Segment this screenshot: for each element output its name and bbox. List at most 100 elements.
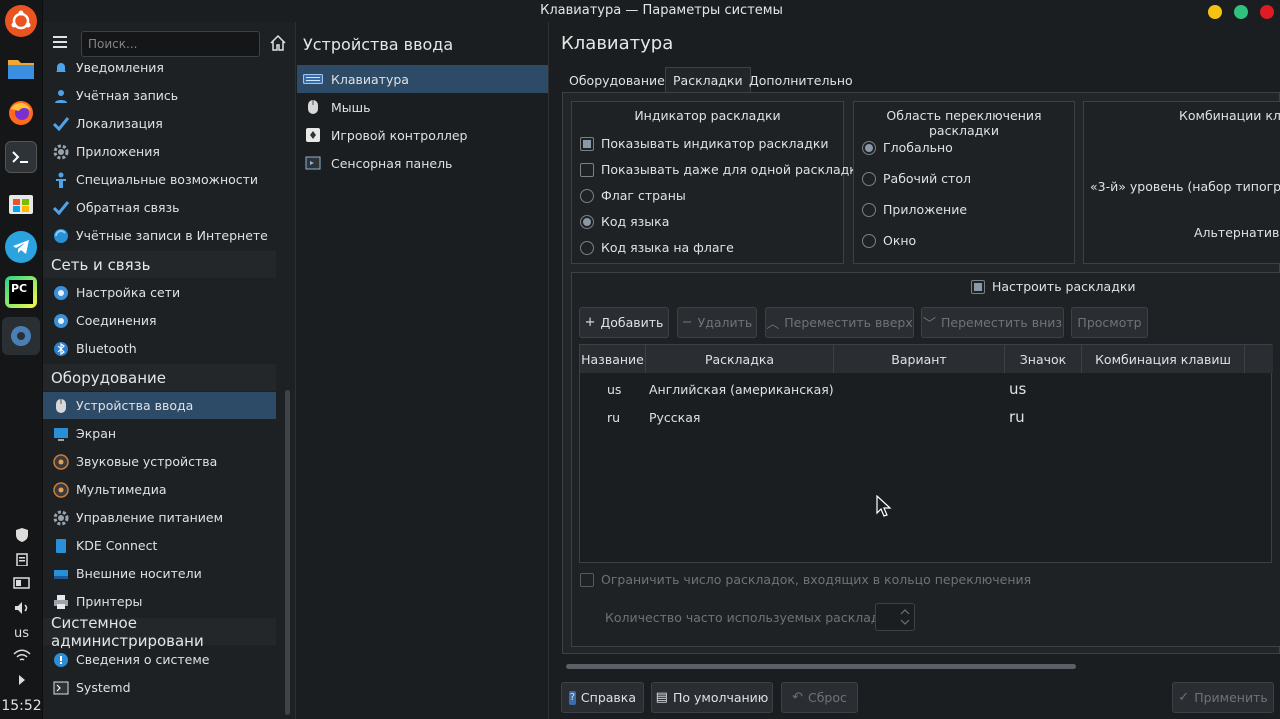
global-radio[interactable]: Глобально	[862, 140, 953, 155]
horizontal-scrollbar[interactable]	[566, 664, 1076, 669]
volume-icon[interactable]	[0, 601, 43, 618]
sidebar-item-power[interactable]: Управление питанием	[43, 504, 276, 531]
search-input[interactable]	[81, 31, 260, 57]
show-indicator-checkbox[interactable]: Показывать индикатор раскладки	[580, 136, 829, 151]
application-radio[interactable]: Приложение	[862, 202, 967, 217]
frequent-count-spinbox[interactable]	[875, 603, 915, 631]
sidebar-item-label: Соединения	[76, 313, 157, 328]
firefox-icon[interactable]	[5, 97, 37, 129]
mouse-cursor-icon	[876, 495, 892, 517]
configure-layouts-checkbox[interactable]: Настроить раскладки	[971, 279, 1136, 294]
pycharm-icon[interactable]: PC	[5, 276, 37, 308]
layouts-group: Настроить раскладки + Добавить − Удалить ︿…	[571, 272, 1280, 647]
sidebar-item-label: Учётные записи в Интернете	[76, 228, 268, 243]
tab-layouts[interactable]: Раскладки	[665, 67, 751, 93]
sidebar-item-applications[interactable]: Приложения	[43, 138, 276, 165]
sidebar-item-sound[interactable]: Звуковые устройства	[43, 448, 276, 475]
table-row[interactable]: ru Русская ru	[580, 403, 1273, 431]
hamburger-menu-icon[interactable]	[53, 36, 67, 48]
subcategory-panel: Устройства ввода Клавиатура Мышь Игровой…	[297, 22, 549, 719]
subcategory-item-keyboard[interactable]: Клавиатура	[297, 65, 548, 93]
remove-layout-button[interactable]: − Удалить	[677, 307, 757, 338]
store-icon[interactable]	[5, 186, 37, 218]
minimize-button[interactable]	[1208, 5, 1222, 19]
sidebar-item-feedback[interactable]: Обратная связь	[43, 194, 276, 221]
sidebar-item-printers[interactable]: Принтеры	[43, 588, 276, 615]
maximize-button[interactable]	[1234, 5, 1248, 19]
sidebar-item-accessibility[interactable]: Специальные возможности	[43, 166, 276, 193]
apply-button[interactable]: ✓ Применить	[1172, 682, 1274, 713]
sidebar-item-connections[interactable]: Соединения	[43, 307, 276, 334]
defaults-button[interactable]: ▤ По умолчанию	[651, 682, 773, 713]
subcategory-item-touchpad[interactable]: Сенсорная панель	[297, 149, 548, 177]
sidebar-item-account[interactable]: Учётная запись	[43, 82, 276, 109]
sidebar-scrollbar[interactable]	[285, 390, 290, 715]
help-icon: ?	[569, 690, 576, 705]
battery-icon[interactable]	[0, 577, 43, 592]
tab-hardware[interactable]: Оборудование	[562, 67, 672, 93]
sidebar-item-label: Внешние носители	[76, 566, 202, 581]
terminal-icon[interactable]	[5, 141, 37, 173]
help-button[interactable]: ? Справка	[561, 682, 644, 713]
sidebar-item-multimedia[interactable]: Мультимедиа	[43, 476, 276, 503]
show-single-layout-checkbox[interactable]: Показывать даже для одной раскладки	[580, 162, 865, 177]
sidebar-item-systemd[interactable]: Systemd	[43, 674, 276, 701]
ubuntu-icon[interactable]	[5, 5, 37, 37]
sidebar-item-kde-connect[interactable]: KDE Connect	[43, 532, 276, 559]
layouts-table: Название Раскладка Вариант Значок Комбин…	[579, 344, 1273, 563]
files-icon[interactable]	[5, 52, 37, 84]
sidebar-item-about-system[interactable]: Сведения о системе	[43, 646, 276, 673]
telegram-icon[interactable]	[5, 231, 37, 263]
sidebar-item-input-devices[interactable]: Устройства ввода	[43, 392, 276, 419]
subcategory-item-label: Клавиатура	[331, 71, 409, 87]
shield-icon[interactable]	[0, 528, 43, 545]
gear-icon	[52, 143, 70, 161]
move-down-button[interactable]: ﹀ Переместить вниз	[921, 307, 1064, 338]
keyboard-layout-indicator[interactable]: us	[0, 626, 43, 641]
flag-radio[interactable]: Флаг страны	[580, 188, 686, 203]
sidebar-item-online-accounts[interactable]: Учётные записи в Интернете	[43, 222, 276, 249]
lang-code-radio[interactable]: Код языка	[580, 214, 669, 229]
phone-icon	[52, 537, 70, 555]
tab-advanced[interactable]: Дополнительно	[742, 67, 860, 93]
frequent-count-label: Количество часто используемых раскладок:	[605, 610, 899, 625]
document-icon: ▤	[655, 690, 668, 705]
sidebar-item-removable-storage[interactable]: Внешние носители	[43, 560, 276, 587]
column-header-shortcut[interactable]: Комбинация клавиш	[1082, 345, 1245, 373]
sidebar-item-bluetooth[interactable]: Bluetooth	[43, 335, 276, 362]
desktop-radio[interactable]: Рабочий стол	[862, 171, 971, 186]
sidebar-item-localization[interactable]: Локализация	[43, 110, 276, 137]
system-settings-icon[interactable]	[2, 317, 40, 355]
subcategory-item-mouse[interactable]: Мышь	[297, 93, 548, 121]
reset-button[interactable]: ↶ Сброс	[781, 682, 858, 713]
layouts-tab-panel: Индикатор раскладки Показывать индикатор…	[562, 92, 1280, 654]
column-header-name[interactable]: Название	[580, 345, 646, 373]
subcategory-item-gamepad[interactable]: Игровой контроллер	[297, 121, 548, 149]
apply-label: Применить	[1194, 690, 1268, 705]
wifi-icon[interactable]	[0, 649, 43, 666]
table-row[interactable]: us Английская (американская) us	[580, 375, 1273, 403]
bluetooth-icon	[52, 340, 70, 358]
sidebar-item-network-settings[interactable]: Настройка сети	[43, 279, 276, 306]
expand-tray-icon[interactable]	[0, 674, 43, 688]
lang-on-flag-radio[interactable]: Код языка на флаге	[580, 240, 734, 255]
sidebar-item-display[interactable]: Экран	[43, 420, 276, 447]
limit-layouts-checkbox[interactable]: Ограничить число раскладок, входящих в к…	[580, 572, 1031, 587]
sidebar-item-label: Управление питанием	[76, 510, 224, 525]
column-header-label[interactable]: Значок	[1005, 345, 1082, 373]
shortcuts-group-title: Комбинации кл	[1179, 108, 1280, 123]
window-radio[interactable]: Окно	[862, 233, 916, 248]
column-header-variant[interactable]: Вариант	[834, 345, 1005, 373]
preview-button[interactable]: Просмотр	[1071, 307, 1148, 338]
move-up-button[interactable]: ︿ Переместить вверх	[765, 307, 914, 338]
sidebar-item-notifications[interactable]: Уведомления	[43, 55, 276, 80]
home-icon[interactable]	[269, 34, 289, 54]
clipboard-icon[interactable]	[0, 552, 43, 569]
close-button[interactable]	[1260, 5, 1274, 19]
accessibility-icon	[52, 171, 70, 189]
clock[interactable]: 15:52	[0, 698, 43, 714]
cell-label: ru	[1009, 408, 1025, 426]
column-header-layout[interactable]: Раскладка	[646, 345, 834, 373]
add-layout-button[interactable]: + Добавить	[579, 307, 669, 338]
undo-icon: ↶	[792, 690, 803, 705]
